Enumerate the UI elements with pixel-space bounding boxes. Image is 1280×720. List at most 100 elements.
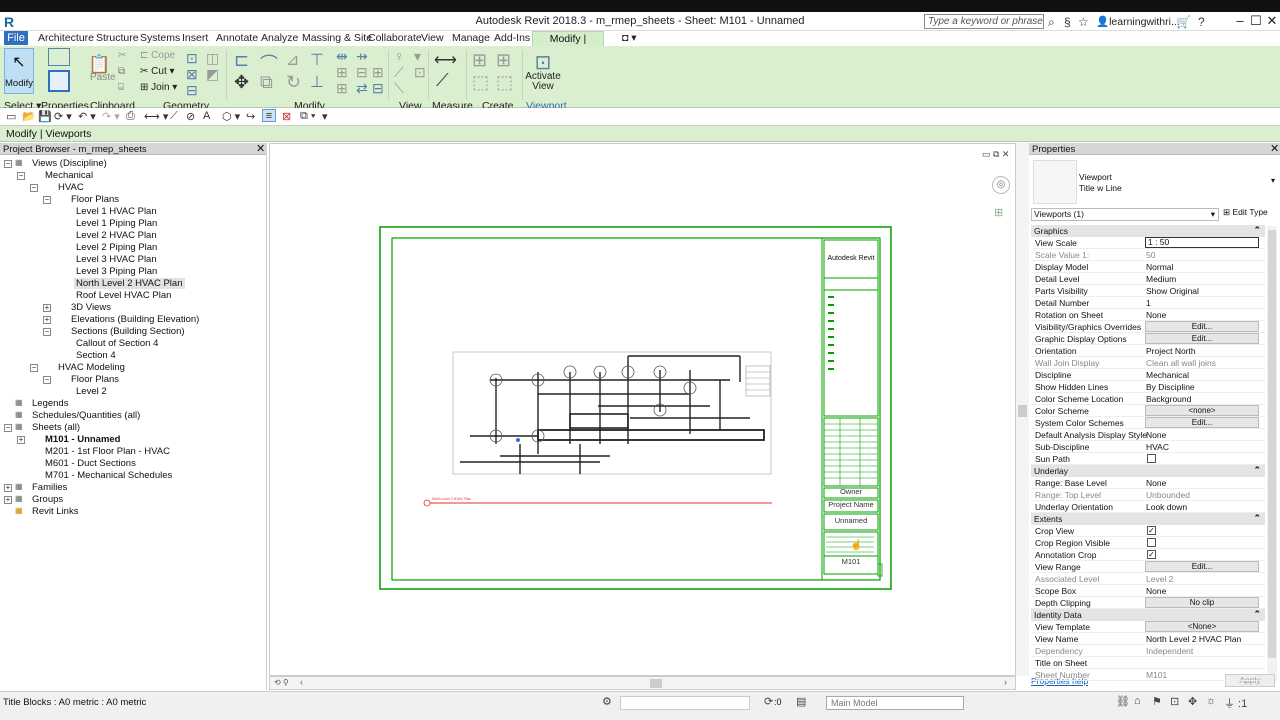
aligned-dimension-icon[interactable]: ⟷	[434, 50, 457, 70]
select-links-icon[interactable]: ⛓	[1116, 695, 1130, 708]
customize-qat-icon[interactable]: ▾	[322, 110, 328, 123]
property-edit-button[interactable]: <None>	[1145, 621, 1259, 632]
type-name[interactable]: Title w Line	[1079, 183, 1122, 193]
collapse-icon[interactable]: ⌃	[1253, 609, 1261, 620]
tree-item[interactable]: Views (Discipline)	[30, 158, 109, 169]
select-by-face-icon[interactable]: ⊡	[1170, 695, 1179, 708]
property-checkbox[interactable]: ✓	[1147, 550, 1156, 559]
properties-scrollbar[interactable]	[1267, 226, 1277, 682]
scroll-left-icon[interactable]: ‹	[300, 677, 303, 687]
property-value[interactable]: Show Original	[1146, 286, 1199, 296]
section-icon[interactable]: ↪	[246, 110, 255, 123]
tree-expander-icon[interactable]: −	[17, 172, 25, 180]
tree-item[interactable]: Floor Plans	[69, 374, 121, 385]
aligned-dim-qat-icon[interactable]: ⟋	[170, 110, 178, 123]
tree-item[interactable]: Callout of Section 4	[74, 338, 160, 349]
modify-tool-b-icon[interactable]: ⊞	[336, 64, 348, 81]
move-icon[interactable]: ✥	[234, 72, 249, 93]
property-checkbox[interactable]	[1147, 538, 1156, 547]
instance-filter-dropdown[interactable]: Viewports (1) ▾	[1031, 208, 1219, 221]
default-3d-icon[interactable]: ⬡ ▾	[222, 110, 240, 123]
cut-button[interactable]: ✂ Cut ▾	[140, 66, 175, 77]
property-edit-button[interactable]: <none>	[1145, 405, 1259, 416]
tree-item[interactable]: Level 2 Piping Plan	[74, 242, 159, 253]
property-group[interactable]: Graphics ⌃	[1031, 225, 1265, 237]
horizontal-scroll-thumb[interactable]	[650, 679, 662, 688]
tree-item[interactable]: Mechanical	[43, 170, 95, 181]
subscription-icon[interactable]: §	[1064, 15, 1071, 29]
tab-manage[interactable]: Manage	[452, 32, 490, 44]
tree-item[interactable]: M201 - 1st Floor Plan - HVAC	[43, 446, 172, 457]
property-value[interactable]: Background	[1146, 394, 1191, 404]
property-value[interactable]: Normal	[1146, 262, 1173, 272]
geometry-tool-1-icon[interactable]: ⊡	[186, 50, 198, 67]
tree-item[interactable]: Revit Links	[30, 506, 80, 517]
tree-item[interactable]: Section 4	[74, 350, 118, 361]
background-process-icon[interactable]: ☼	[1206, 695, 1216, 707]
type-selector-chevron-icon[interactable]: ▾	[1271, 176, 1275, 185]
undo-icon[interactable]: ↶ ▾	[78, 110, 96, 123]
new-icon[interactable]: ▭	[6, 110, 16, 123]
open-icon[interactable]: 📂	[22, 110, 36, 123]
cope-button[interactable]: ⊏ Cope	[140, 50, 175, 61]
tree-item[interactable]: Schedules/Quantities (all)	[30, 410, 142, 421]
property-value[interactable]: 1 : 50	[1145, 237, 1259, 248]
modify-tool-g-icon[interactable]: ⊞	[372, 64, 384, 81]
tree-expander-icon[interactable]: −	[43, 328, 51, 336]
text-icon[interactable]: A	[203, 110, 210, 122]
tree-expander-icon[interactable]: +	[43, 304, 51, 312]
tab-structure[interactable]: Structure	[96, 32, 139, 44]
tag-icon[interactable]: ⊘	[186, 110, 195, 123]
tree-expander-icon[interactable]: −	[43, 196, 51, 204]
tab-massing-site[interactable]: Massing & Site	[302, 32, 372, 44]
geometry-tool-2-icon[interactable]: ⊠	[186, 66, 198, 83]
modify-tool-f-icon[interactable]: ⇄	[356, 80, 368, 97]
tab-view[interactable]: View	[421, 32, 444, 44]
design-options-icon[interactable]: ⟳	[764, 695, 773, 708]
create-similar-icon[interactable]: ⬚	[496, 72, 513, 93]
view-tool-c-icon[interactable]: ⟍	[394, 80, 404, 97]
tree-item[interactable]: M601 - Duct Sections	[43, 458, 138, 469]
property-value[interactable]: 1	[1146, 298, 1151, 308]
geometry-tool-4-icon[interactable]: ◫	[206, 50, 219, 67]
sync-icon[interactable]: ⟳ ▾	[54, 110, 72, 123]
view-tool-a-icon[interactable]: ♀	[394, 48, 405, 64]
tree-item[interactable]: M701 - Mechanical Schedules	[43, 470, 174, 481]
tree-item[interactable]: 3D Views	[69, 302, 113, 313]
tab-annotate[interactable]: Annotate	[216, 32, 258, 44]
select-underlay-icon[interactable]: ⌂	[1134, 695, 1141, 707]
tree-expander-icon[interactable]: +	[17, 436, 25, 444]
tree-item[interactable]: Level 3 HVAC Plan	[74, 254, 159, 265]
design-option-icon[interactable]: ▤	[796, 695, 806, 708]
redo-icon[interactable]: ↷ ▾	[102, 110, 120, 123]
vertical-scrollbar[interactable]	[1016, 143, 1029, 676]
create-parts-icon[interactable]: ⬚	[472, 72, 489, 93]
measure-icon[interactable]: ⟋	[436, 70, 449, 91]
design-option-dropdown[interactable]: Main Model	[826, 696, 964, 710]
close-hidden-icon[interactable]: ⊠	[282, 110, 291, 123]
view-control-bar-icons[interactable]: ⟲ ⚲	[274, 678, 289, 687]
geometry-tool-5-icon[interactable]: ◩	[206, 66, 219, 83]
view-tool-e-icon[interactable]: ⊡	[414, 64, 426, 81]
tree-expander-icon[interactable]: +	[4, 496, 12, 504]
modify-tool-e-icon[interactable]: ⊟	[356, 64, 368, 81]
tab-modify-viewports[interactable]: Modify | Viewports	[532, 31, 604, 59]
modify-button[interactable]: ↖ Modify	[4, 48, 34, 94]
paste-button[interactable]: Paste	[90, 72, 116, 83]
tree-expander-icon[interactable]: −	[4, 160, 12, 168]
tree-expander-icon[interactable]: −	[43, 376, 51, 384]
tree-item[interactable]: Families	[30, 482, 69, 493]
scroll-right-icon[interactable]: ›	[1004, 677, 1007, 687]
tree-item[interactable]: Roof Level HVAC Plan	[74, 290, 173, 301]
measure-qat-icon[interactable]: ⟷ ▾	[144, 110, 168, 123]
tree-item[interactable]: Level 1 HVAC Plan	[74, 206, 159, 217]
match-icon[interactable]: ⌸	[118, 82, 124, 93]
vertical-scroll-thumb[interactable]	[1018, 405, 1027, 417]
tree-item[interactable]: Level 2	[74, 386, 109, 397]
join-button[interactable]: ⊞ Join ▾	[140, 82, 177, 93]
close-button[interactable]: ✕	[1262, 13, 1280, 29]
property-group[interactable]: Underlay ⌃	[1031, 465, 1265, 477]
tree-item[interactable]: Floor Plans	[69, 194, 121, 205]
collapse-icon[interactable]: ⌃	[1253, 225, 1261, 236]
ribbon-options-icon[interactable]: ◘ ▾	[622, 32, 637, 44]
